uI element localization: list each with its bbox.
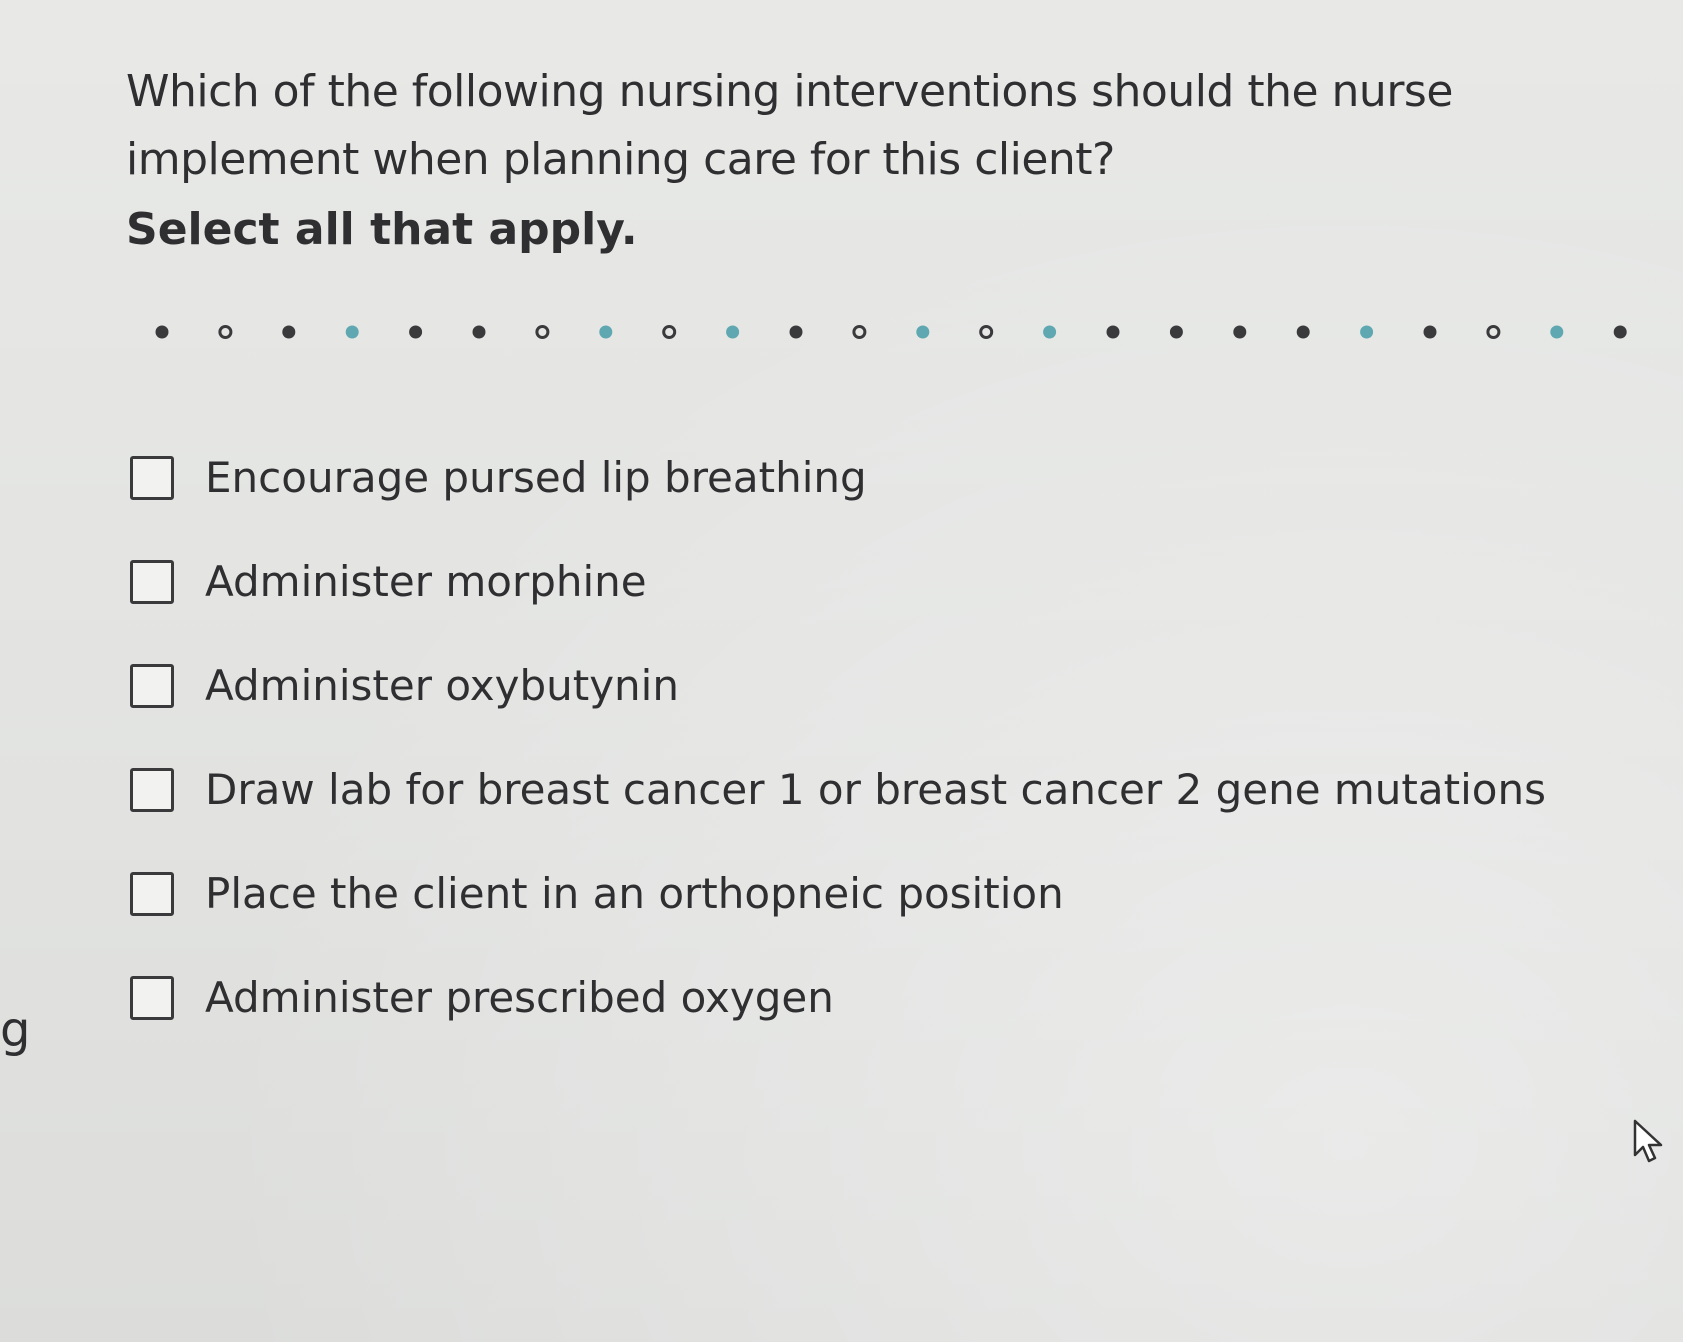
checkbox-icon[interactable] [130, 872, 174, 916]
divider-dot [789, 325, 803, 339]
checkbox-icon[interactable] [130, 560, 174, 604]
screen-background: Which of the following nursing intervent… [0, 0, 1683, 1342]
answer-option[interactable]: Administer prescribed oxygen [130, 946, 1546, 1050]
answer-option[interactable]: Administer morphine [130, 530, 1546, 634]
answer-option-label: Administer morphine [205, 557, 647, 606]
divider-dot [1550, 325, 1564, 339]
checkbox-icon[interactable] [130, 456, 174, 500]
divider-dot [1233, 325, 1247, 339]
divider-dot [1106, 325, 1120, 339]
divider-dot [1169, 325, 1183, 339]
divider-dot [218, 325, 233, 339]
divider-dot [155, 325, 169, 339]
question-text: Which of the following nursing intervent… [126, 66, 1453, 185]
divider-dot [852, 325, 867, 339]
checkbox-icon[interactable] [130, 976, 174, 1020]
answer-option-label: Administer oxybutynin [205, 661, 679, 710]
divider-dot [282, 325, 296, 339]
divider-dot [1423, 325, 1437, 339]
divider-dot [979, 325, 994, 339]
answer-option[interactable]: Place the client in an orthopneic positi… [130, 842, 1546, 946]
checkbox-icon[interactable] [130, 664, 174, 708]
edge-text-fragment: g [0, 1002, 31, 1058]
divider-dot [472, 325, 486, 339]
answer-option[interactable]: Draw lab for breast cancer 1 or breast c… [130, 738, 1546, 842]
divider-dot [662, 325, 677, 339]
divider-dot [726, 325, 740, 339]
divider-dot [1043, 325, 1057, 339]
divider-dot [535, 325, 550, 339]
answer-option-label: Draw lab for breast cancer 1 or breast c… [205, 765, 1546, 814]
divider-dot [1296, 325, 1310, 339]
divider-dot [1360, 325, 1374, 339]
question-instruction: Select all that apply. [126, 204, 638, 255]
divider-dot [916, 325, 930, 339]
answer-option-label: Encourage pursed lip breathing [205, 453, 867, 502]
mouse-pointer-icon [1633, 1119, 1663, 1163]
answer-option[interactable]: Administer oxybutynin [130, 634, 1546, 738]
answer-option[interactable]: Encourage pursed lip breathing [130, 426, 1546, 530]
answer-option-label: Place the client in an orthopneic positi… [205, 869, 1064, 918]
divider-dot [1613, 325, 1627, 339]
dotted-divider [155, 325, 1627, 339]
answer-options-list: Encourage pursed lip breathing Administe… [130, 426, 1546, 1050]
divider-dot [1486, 325, 1501, 339]
answer-option-label: Administer prescribed oxygen [205, 973, 834, 1022]
divider-dot [599, 325, 613, 339]
checkbox-icon[interactable] [130, 768, 174, 812]
divider-dot [409, 325, 423, 339]
divider-dot [345, 325, 359, 339]
